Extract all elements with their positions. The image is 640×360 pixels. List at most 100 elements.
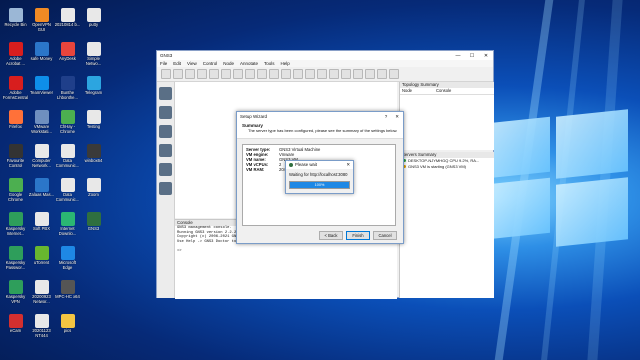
line-icon[interactable] [341, 69, 351, 79]
desktop-icon[interactable]: ChHay - Chrome [54, 110, 81, 135]
menu-tools[interactable]: Tools [264, 61, 275, 66]
routers-icon[interactable] [159, 87, 172, 100]
menu-edit[interactable]: Edit [173, 61, 181, 66]
snapshot-icon[interactable] [197, 69, 207, 79]
console-prompt[interactable]: => [175, 249, 397, 254]
pause-icon[interactable] [257, 69, 267, 79]
gns3-titlebar[interactable]: GNS3 — ☐ ✕ [157, 51, 493, 60]
finish-button[interactable]: Finish [346, 231, 370, 240]
switches-icon[interactable] [159, 106, 172, 119]
desktop-icon[interactable]: Data Communic... [54, 178, 81, 203]
app-icon [60, 212, 75, 226]
desktop-icon[interactable]: eCam [2, 314, 29, 334]
desktop-icon[interactable]: Favourite Control [2, 144, 29, 169]
rectangle-icon[interactable] [317, 69, 327, 79]
menu-file[interactable]: File [160, 61, 167, 66]
desktop-icon[interactable]: Zalaas Mas... [28, 178, 55, 198]
add-link-icon[interactable] [159, 182, 172, 195]
image-icon[interactable] [305, 69, 315, 79]
desktop-icon[interactable]: Computer Network... [28, 144, 55, 169]
stop-icon[interactable] [269, 69, 279, 79]
menu-annotate[interactable]: Annotate [240, 61, 258, 66]
show-interfaces-icon[interactable] [221, 69, 231, 79]
desktop-icon[interactable]: pics [54, 314, 81, 334]
menu-node[interactable]: Node [223, 61, 234, 66]
desktop-icon[interactable]: Simple Netwo... [80, 42, 107, 67]
desktop-icon[interactable]: TeamViewer [28, 76, 55, 96]
desktop-icon[interactable]: Microsoft Edge [54, 246, 81, 271]
back-button[interactable]: < Back [319, 231, 343, 240]
column-console: Console [436, 88, 452, 93]
desktop-icon[interactable]: Kaspersky Internet... [2, 212, 29, 237]
app-icon [86, 212, 101, 226]
desktop-icon[interactable]: Google Chrome [2, 178, 29, 203]
console-all-icon[interactable] [233, 69, 243, 79]
desktop-icon[interactable]: OpenVPN GUI [28, 8, 55, 33]
minimize-button[interactable]: — [451, 53, 465, 59]
note-icon[interactable] [293, 69, 303, 79]
desktop-icon[interactable]: 20200923 Networ... [28, 280, 55, 305]
reload-icon[interactable] [281, 69, 291, 79]
cancel-button[interactable]: Cancel [373, 231, 397, 240]
new-project-icon[interactable] [161, 69, 171, 79]
app-icon [8, 246, 23, 260]
desktop-icon[interactable]: putty [80, 8, 107, 28]
desktop-icon[interactable]: winbox64 [80, 144, 107, 164]
ellipse-icon[interactable] [329, 69, 339, 79]
app-icon [86, 42, 101, 56]
open-icon[interactable] [173, 69, 183, 79]
desktop-icon[interactable]: AnyDesk [54, 42, 81, 62]
desktop-icon-label: Zoom [88, 192, 99, 197]
wizard-header: Summary The server type has been configu… [237, 121, 403, 139]
menu-control[interactable]: Control [203, 61, 218, 66]
screenshot-icon[interactable] [389, 69, 399, 79]
end-devices-icon[interactable] [159, 125, 172, 138]
server-item[interactable]: GNS3 VM is starting (GNS3 VM) [400, 164, 494, 170]
security-devices-icon[interactable] [159, 144, 172, 157]
desktop-icon[interactable]: Recycle Bin [2, 8, 29, 28]
desktop-icon-label: Data Communic... [55, 192, 80, 202]
desktop-icon[interactable]: Firefox [2, 110, 29, 130]
lock-icon[interactable] [353, 69, 363, 79]
clock-icon[interactable] [209, 69, 219, 79]
desktop-icon[interactable]: Bunthe Lhbonthe... [54, 76, 81, 101]
desktop-icon[interactable]: Internet Downlo... [54, 212, 81, 237]
app-icon [8, 212, 23, 226]
wizard-close-button[interactable]: ✕ [395, 112, 399, 121]
menu-view[interactable]: View [187, 61, 197, 66]
please-wait-close-button[interactable]: ✕ [346, 161, 353, 169]
desktop-icon[interactable]: MPC-HC x64 [54, 280, 81, 300]
close-button[interactable]: ✕ [479, 53, 493, 59]
desktop-icon[interactable]: Kaspersky Passwor... [2, 246, 29, 271]
desktop-icon[interactable]: 20201123 NT444 [28, 314, 55, 339]
start-icon[interactable] [245, 69, 255, 79]
desktop-icon[interactable]: Soft PBX [28, 212, 55, 232]
desktop-icon[interactable]: Adobe Acrobat ... [2, 42, 29, 67]
desktop-icon[interactable]: Telegram [80, 76, 107, 96]
desktop-icon[interactable]: Zoom [80, 178, 107, 198]
zoom-in-icon[interactable] [365, 69, 375, 79]
maximize-button[interactable]: ☐ [465, 53, 479, 59]
all-devices-icon[interactable] [159, 163, 172, 176]
help-button[interactable]: ? [385, 112, 388, 121]
desktop-icon-label: Google Chrome [8, 192, 23, 202]
zoom-out-icon[interactable] [377, 69, 387, 79]
wizard-titlebar[interactable]: Setup Wizard ? ✕ [237, 112, 403, 121]
desktop-icon-label: Adobe FormsCentral [2, 90, 29, 100]
desktop-icon[interactable]: uTorrent [28, 246, 55, 266]
desktop-icon[interactable]: Kaspersky VPN [2, 280, 29, 305]
menu-help[interactable]: Help [281, 61, 290, 66]
desktop-icon-label: eCam [9, 328, 22, 333]
desktop-icon[interactable]: Adobe FormsCentral [2, 76, 29, 101]
desktop-icon[interactable]: safe Money [28, 42, 55, 62]
progress-percent: 100% [314, 183, 325, 187]
desktop-icon[interactable]: 20210814 b... [54, 8, 81, 28]
please-wait-titlebar[interactable]: Please wait ✕ [286, 161, 353, 169]
desktop-icon[interactable]: VMware Workstati... [28, 110, 55, 135]
desktop-icon[interactable]: Testing [80, 110, 107, 130]
app-icon [86, 144, 101, 158]
desktop-icon[interactable]: Data Communic... [54, 144, 81, 169]
desktop-icon-label: Computer Network... [32, 158, 51, 168]
desktop-icon[interactable]: GNS3 [80, 212, 107, 232]
save-icon[interactable] [185, 69, 195, 79]
